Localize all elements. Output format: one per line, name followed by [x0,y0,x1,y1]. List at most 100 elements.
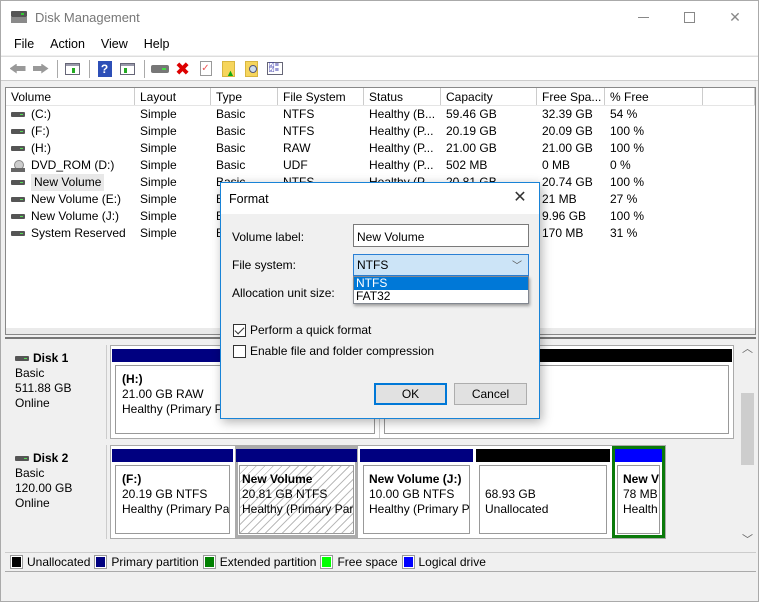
disk-info-2[interactable]: Disk 2 Basic 120.00 GB Online [7,445,107,539]
cell-volume: (C:) [6,106,135,123]
volume-name: (C:) [31,107,51,121]
partition-size: 10.00 GB NTFS [369,487,455,501]
column-header-status[interactable]: Status [364,88,441,105]
dvd-drive-icon [11,159,25,172]
maximize-button[interactable] [666,1,712,33]
partition-color-bar [360,449,473,462]
disk-row-2: Disk 2 Basic 120.00 GB Online (F:) 20.19… [5,441,738,539]
legend-swatch [202,555,216,569]
scroll-up-icon[interactable]: ︿ [739,341,756,358]
allocation-unit-size-label: Allocation unit size: [232,286,335,300]
file-system-dropdown: NTFS FAT32 [353,276,529,304]
option-fat32[interactable]: FAT32 [354,290,528,303]
menu-view[interactable]: View [93,37,136,51]
close-icon: ✕ [729,8,741,25]
table-row[interactable]: (H:) Simple Basic RAW Healthy (P... 21.00 GB 2… [6,140,755,157]
cell-type: Basic [216,141,246,155]
column-header-layout[interactable]: Layout [135,88,211,105]
partition-details: New Volume 20.81 GB NTFS Healthy (Primar… [239,465,354,534]
quick-format-checkbox[interactable]: Perform a quick format [233,323,371,337]
minimize-button[interactable] [620,1,666,33]
cell-percent-free: 100 % [610,141,645,155]
disk-status: Online [15,396,50,410]
partition-name: New V [623,472,660,486]
ok-button[interactable]: OK [374,383,447,405]
cell-status: Healthy (P... [369,124,434,138]
partition-name: New Volume (J:) [369,472,462,486]
legend-logical: Logical drive [401,555,486,569]
drive-icon [11,146,25,151]
close-button[interactable]: ✕ [712,1,758,33]
back-arrow-icon [9,63,26,74]
list-header: Volume Layout Type File System Status Ca… [6,88,755,106]
volume-name: New Volume [31,174,105,191]
table-row[interactable]: (F:) Simple Basic NTFS Healthy (P... 20.19 GB… [6,123,755,140]
partition-color-bar [615,449,662,462]
forward-button[interactable] [30,59,51,79]
legend-label: Primary partition [111,555,199,569]
legend-extended: Extended partition [202,555,316,569]
cell-file-system: UDF [283,158,308,172]
folder-search-icon [245,60,258,77]
column-header-percent-free[interactable]: % Free [605,88,703,105]
dialog-close-icon[interactable]: ✕ [509,187,531,209]
disk-info-1[interactable]: Disk 1 Basic 511.88 GB Online [7,345,107,439]
cell-volume: DVD_ROM (D:) [6,157,135,174]
scroll-thumb[interactable] [741,393,754,465]
checklist-button[interactable]: ☑≡ ☑≡ [264,59,285,79]
cell-volume: New Volume (E:) [6,191,135,208]
connect-button[interactable] [149,59,170,79]
partition-new-volume[interactable]: New Volume 20.81 GB NTFS Healthy (Primar… [235,446,358,538]
minimize-icon [637,16,649,18]
disk-type: Basic [15,366,45,380]
table-row[interactable]: DVD_ROM (D:) Simple Basic UDF Healthy (P... 5… [6,157,755,174]
cell-free-space: 20.09 GB [542,124,593,138]
volume-name: DVD_ROM (D:) [31,158,115,172]
action-pane-button[interactable] [117,59,138,79]
vertical-scrollbar[interactable]: ︿ ﹀ [739,341,756,549]
menu-help[interactable]: Help [136,37,178,51]
column-header-capacity[interactable]: Capacity [441,88,537,105]
column-header-volume[interactable]: Volume [6,88,135,105]
column-header-free-space[interactable]: Free Spa... [537,88,605,105]
partition-f[interactable]: (F:) 20.19 GB NTFS Healthy (Primary Par [111,446,234,538]
cell-type: Basic [216,124,246,138]
partition-size: 20.19 GB NTFS [122,487,208,501]
cell-free-space: 9.96 GB [542,209,587,223]
compression-checkbox[interactable]: Enable file and folder compression [233,344,434,358]
cell-volume: System Reserved [6,225,135,242]
cell-free-space: 21.00 GB [542,141,593,155]
scroll-down-icon[interactable]: ﹀ [739,532,756,549]
table-row[interactable]: (C:) Simple Basic NTFS Healthy (B... 59.46 GB… [6,106,755,123]
search-button[interactable] [241,59,262,79]
menu-action[interactable]: Action [42,37,93,51]
up-button[interactable]: ▲ [218,59,239,79]
column-header-file-system[interactable]: File System [278,88,364,105]
partition-details: New V 78 MB Health [617,465,660,534]
cell-layout: Simple [140,158,177,172]
volume-name: (H:) [31,141,51,155]
file-system-select[interactable]: NTFS ﹀ [353,254,529,276]
cancel-button[interactable]: Cancel [454,383,527,405]
properties-button[interactable]: ✓ [195,59,216,79]
legend-swatch [94,555,108,569]
console-tree-button[interactable] [62,59,83,79]
disk-status: Online [15,496,50,510]
dialog-title-bar: Format ✕ [221,183,539,214]
disk-icon [15,456,29,461]
drive-icon [11,112,25,117]
cell-percent-free: 0 % [610,158,631,172]
toolbar-separator [57,59,58,78]
column-header-type[interactable]: Type [211,88,278,105]
menu-file[interactable]: File [6,37,42,51]
partition-status: Health [623,502,658,516]
partition-logical-new-volume[interactable]: New V 78 MB Health [612,446,665,538]
volume-label-input[interactable] [353,224,529,247]
back-button[interactable] [7,59,28,79]
help-button[interactable]: ? [94,59,115,79]
partition-unallocated-2[interactable]: 68.93 GB Unallocated [475,446,611,538]
partition-j[interactable]: New Volume (J:) 10.00 GB NTFS Healthy (P… [359,446,474,538]
file-system-value: NTFS [357,258,389,272]
delete-button[interactable]: ✖ [172,59,193,79]
disk-size: 120.00 GB [15,481,73,495]
